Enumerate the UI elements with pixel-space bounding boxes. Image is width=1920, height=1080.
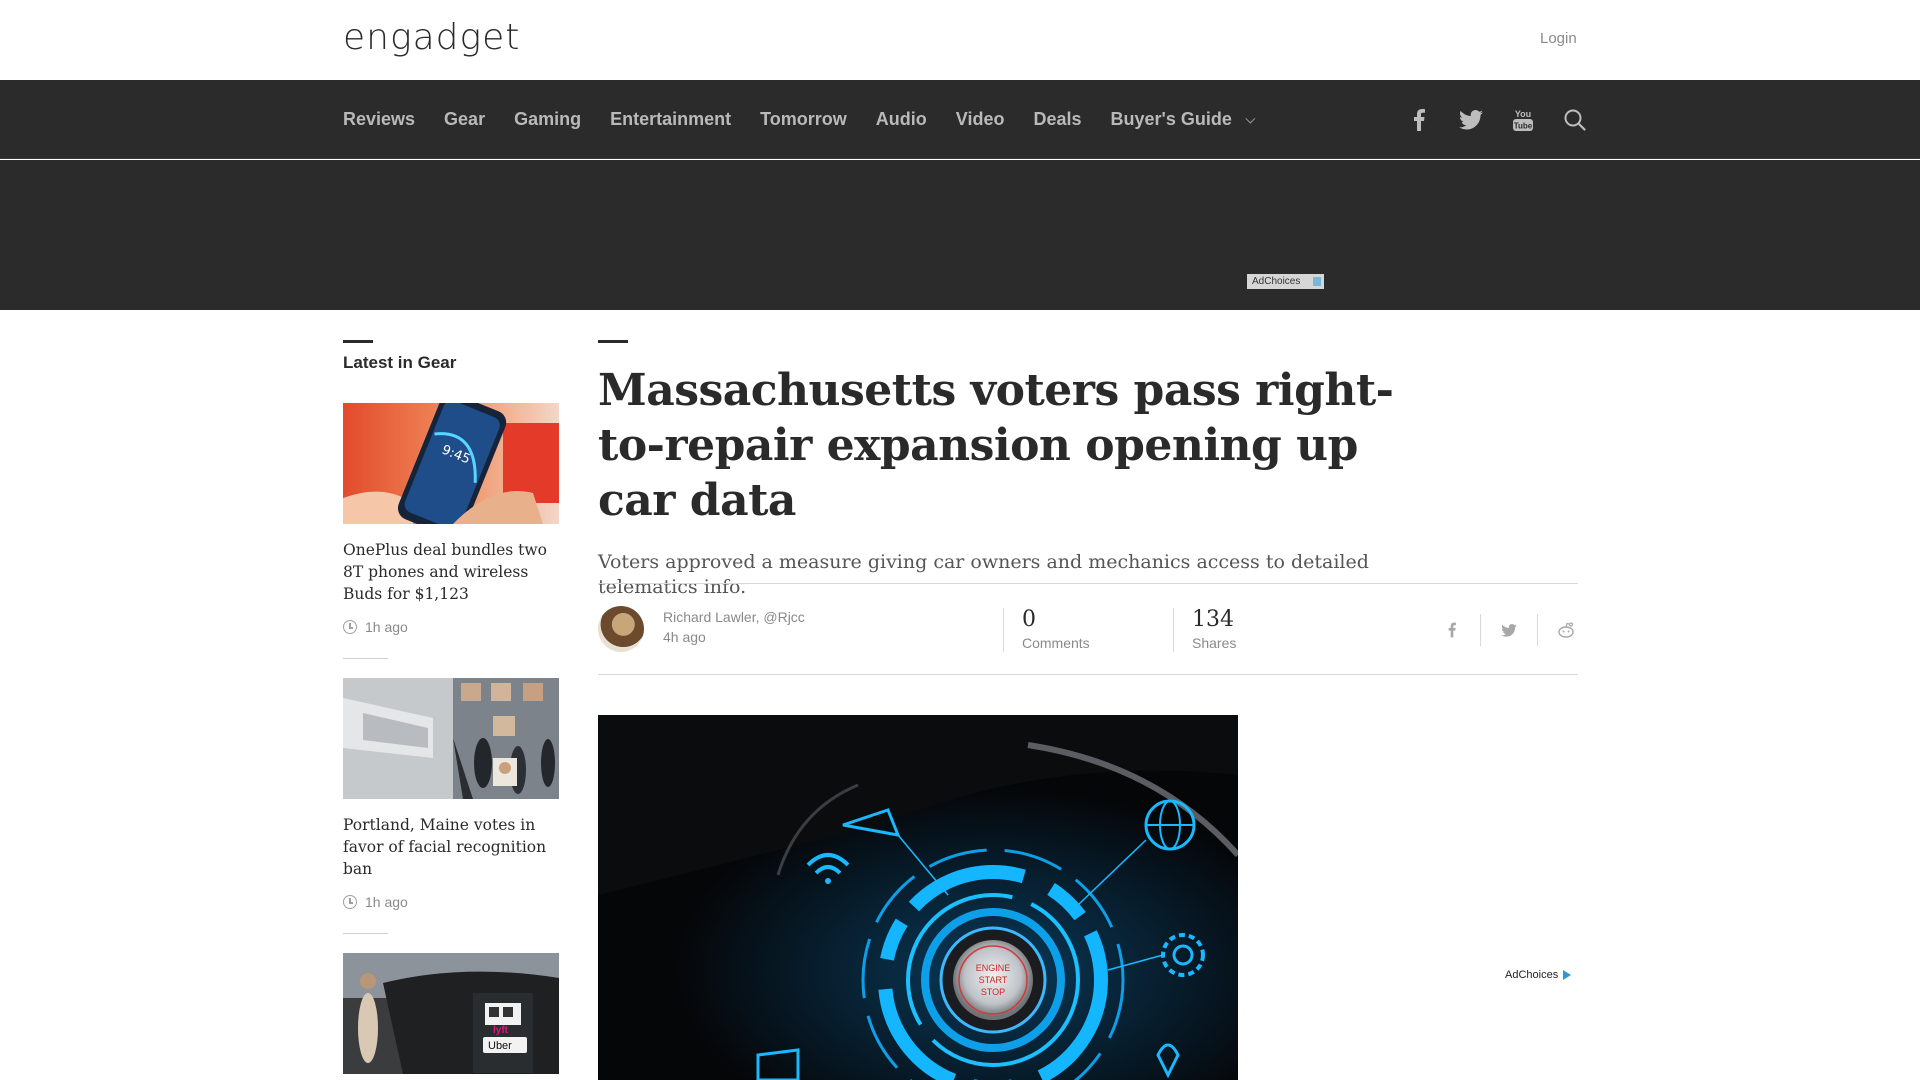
chevron-down-icon (1245, 113, 1256, 124)
nav-buyers-guide-label: Buyer's Guide (1110, 109, 1232, 129)
youtube-icon[interactable]: You Tube (1509, 106, 1537, 134)
engine-button-text: ENGINE (976, 963, 1011, 973)
article: Massachusetts voters pass right-to-repai… (598, 340, 1578, 675)
article-title[interactable]: Portland, Maine votes in favor of facial… (343, 814, 559, 880)
adchoices-badge[interactable]: AdChoices (1247, 274, 1324, 289)
nav-entertainment[interactable]: Entertainment (610, 109, 731, 130)
divider (1480, 614, 1481, 646)
share-buttons (1438, 614, 1580, 646)
twitter-icon[interactable] (1495, 614, 1523, 646)
comments-count[interactable]: 0 Comments (1003, 608, 1090, 652)
article-title[interactable]: OnePlus deal bundles two 8T phones and w… (343, 539, 559, 605)
publish-time: 4h ago (663, 629, 706, 645)
section-marker (343, 340, 373, 343)
engine-button-text: STOP (981, 987, 1005, 997)
facebook-icon[interactable] (1438, 614, 1466, 646)
article-thumbnail[interactable] (343, 678, 559, 799)
divider (343, 658, 388, 659)
section-marker (598, 340, 628, 343)
adchoices-icon (1563, 970, 1572, 980)
timestamp-text: 1h ago (365, 894, 408, 910)
engadget-logo[interactable]: engadget (343, 17, 520, 58)
list-item[interactable]: Portland, Maine votes in favor of facial… (343, 678, 559, 910)
adchoices-icon (1313, 277, 1321, 286)
list-item[interactable]: lyft Uber (343, 953, 559, 1080)
divider (343, 933, 388, 934)
sidebar-title: Latest in Gear (343, 353, 457, 372)
nav-gaming[interactable]: Gaming (514, 109, 581, 130)
shares-label: Shares (1192, 635, 1237, 651)
reddit-icon[interactable] (1552, 614, 1580, 646)
article-thumbnail[interactable]: 9:45 (343, 403, 559, 524)
article-thumbnail[interactable]: lyft Uber (343, 953, 559, 1074)
nav-tomorrow[interactable]: Tomorrow (760, 109, 847, 130)
login-link[interactable]: Login (1540, 30, 1577, 47)
adchoices-badge[interactable]: AdChoices (1505, 969, 1572, 981)
facebook-icon[interactable] (1405, 106, 1433, 134)
main-nav: Reviews Gear Gaming Entertainment Tomorr… (0, 80, 1920, 159)
hero-image[interactable]: ENGINE START STOP (598, 715, 1238, 1080)
twitter-icon[interactable] (1457, 106, 1485, 134)
timestamp: 1h ago (343, 894, 559, 910)
sidebar: Latest in Gear 9:45 OnePlus deal bundles… (343, 340, 559, 1074)
clock-icon (343, 895, 357, 909)
svg-text:Uber: Uber (488, 1040, 512, 1052)
clock-icon (343, 620, 357, 634)
adchoices-label: AdChoices (1505, 969, 1559, 981)
avatar[interactable] (598, 606, 644, 652)
timestamp-text: 1h ago (365, 619, 408, 635)
timestamp: 1h ago (343, 619, 559, 635)
nav-video[interactable]: Video (956, 109, 1005, 130)
svg-text:lyft: lyft (493, 1025, 509, 1036)
top-header: engadget Login (0, 0, 1920, 80)
nav-audio[interactable]: Audio (876, 109, 927, 130)
article-headline: Massachusetts voters pass right-to-repai… (598, 365, 1394, 526)
search-icon[interactable] (1561, 106, 1589, 134)
svg-text:You: You (1515, 109, 1531, 119)
list-item[interactable]: 9:45 OnePlus deal bundles two 8T phones … (343, 403, 559, 635)
nav-gear[interactable]: Gear (444, 109, 485, 130)
advertisement-banner (0, 160, 1920, 310)
comments-number: 0 (1022, 607, 1036, 632)
adchoices-label: AdChoices (1252, 276, 1301, 287)
byline-bar: Richard Lawler, @Rjcc 4h ago 0 Comments … (598, 583, 1578, 675)
author-name[interactable]: Richard Lawler, @Rjcc (663, 609, 805, 625)
nav-reviews[interactable]: Reviews (343, 109, 415, 130)
nav-deals[interactable]: Deals (1033, 109, 1081, 130)
shares-count: 134 Shares (1173, 608, 1236, 652)
nav-buyers-guide[interactable]: Buyer's Guide (1110, 109, 1256, 130)
svg-text:Tube: Tube (1514, 121, 1533, 130)
engine-button-text: START (979, 975, 1008, 985)
comments-label: Comments (1022, 635, 1090, 651)
divider (1537, 614, 1538, 646)
shares-number: 134 (1192, 607, 1234, 632)
